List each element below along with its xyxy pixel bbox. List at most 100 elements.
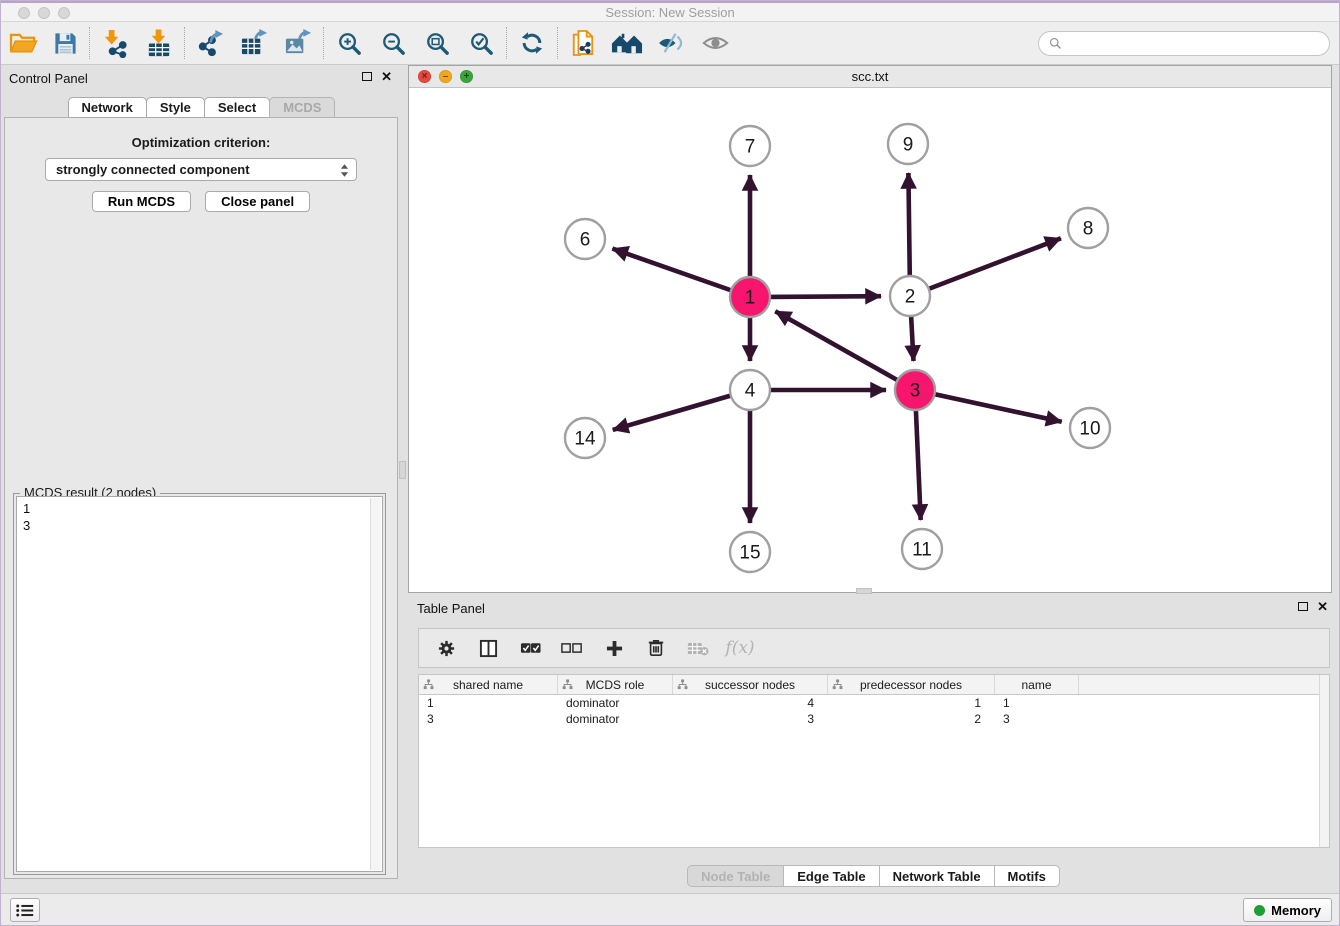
column-header-shared-name[interactable]: shared name — [419, 675, 558, 694]
network-close-button[interactable]: × — [418, 70, 431, 83]
show-all-button[interactable] — [693, 24, 737, 62]
close-panel-icon[interactable]: ✕ — [1317, 600, 1328, 613]
toolbar-separator — [506, 27, 507, 59]
zoom-out-icon — [381, 31, 406, 56]
table-cell[interactable]: 1 — [419, 696, 558, 710]
zoom-in-button[interactable] — [327, 24, 371, 62]
column-header-MCDS-role[interactable]: MCDS role — [558, 675, 673, 694]
column-header-successor-nodes[interactable]: successor nodes — [673, 675, 828, 694]
eye-icon — [702, 34, 729, 52]
trash-icon — [647, 638, 665, 658]
table-cell[interactable]: 3 — [419, 712, 558, 726]
vertical-splitter-handle[interactable] — [399, 461, 406, 479]
mcds-result-area[interactable]: 13 — [16, 496, 383, 872]
import-network-button[interactable] — [93, 24, 137, 62]
tab-select[interactable]: Select — [204, 97, 270, 118]
graph-node-label: 9 — [903, 135, 914, 156]
mcds-result-text: 13 — [17, 497, 382, 537]
network-view-window: × – + scc.txt 7968124314101511 — [408, 65, 1332, 593]
column-header-predecessor-nodes[interactable]: predecessor nodes — [828, 675, 995, 694]
main-toolbar — [0, 22, 1340, 65]
tab-edge-table[interactable]: Edge Table — [783, 865, 879, 887]
export-network-button[interactable] — [188, 24, 232, 62]
network-canvas[interactable]: 7968124314101511 — [409, 89, 1331, 592]
apply-layout-button[interactable] — [510, 24, 554, 62]
network-maximize-button[interactable]: + — [460, 70, 473, 83]
column-header-label: MCDS role — [586, 678, 645, 692]
unchecked-boxes-icon — [561, 642, 583, 654]
search-input[interactable] — [1068, 36, 1319, 51]
show-columns-button[interactable] — [473, 633, 503, 663]
hide-selected-button[interactable] — [649, 24, 693, 62]
new-network-from-selection-button[interactable] — [561, 24, 605, 62]
close-panel-button[interactable]: Close panel — [205, 191, 310, 212]
graph-edge-2-8[interactable] — [927, 238, 1061, 289]
select-all-columns-button[interactable] — [515, 633, 545, 663]
tab-style[interactable]: Style — [146, 97, 205, 118]
unselect-all-columns-button[interactable] — [557, 633, 587, 663]
import-table-button[interactable] — [137, 24, 181, 62]
save-floppy-icon — [53, 31, 78, 56]
tab-node-table[interactable]: Node Table — [687, 865, 784, 887]
optimization-criterion-select[interactable]: strongly connected component — [45, 158, 357, 181]
graph-edge-3-11[interactable] — [916, 408, 921, 520]
close-panel-icon[interactable]: ✕ — [381, 70, 392, 83]
graph-edge-3-10[interactable] — [933, 394, 1062, 422]
table-scrollbar[interactable] — [1319, 675, 1329, 847]
task-history-button[interactable] — [10, 898, 40, 922]
search-box[interactable] — [1038, 31, 1330, 56]
tab-network[interactable]: Network — [68, 97, 147, 118]
dropdown-stepper-icon — [340, 163, 349, 181]
open-session-button[interactable] — [2, 24, 44, 62]
memory-button[interactable]: Memory — [1243, 898, 1332, 922]
graph-edge-1-2[interactable] — [768, 296, 881, 297]
column-header-label: shared name — [453, 678, 523, 692]
network-minimize-button[interactable]: – — [439, 70, 452, 83]
column-header-name[interactable]: name — [995, 675, 1079, 694]
table-cell[interactable]: 3 — [995, 712, 1079, 726]
add-row-button[interactable] — [599, 633, 629, 663]
table-row[interactable]: 3dominator323 — [419, 711, 1329, 727]
tab-network-table[interactable]: Network Table — [879, 865, 995, 887]
save-session-button[interactable] — [44, 24, 86, 62]
column-tree-icon — [562, 679, 573, 693]
graph-edge-4-14[interactable] — [613, 395, 733, 430]
graph-edge-2-3[interactable] — [911, 314, 914, 361]
memory-status-dot — [1254, 905, 1265, 916]
table-cell[interactable]: dominator — [558, 712, 673, 726]
float-panel-icon[interactable] — [362, 72, 372, 81]
tab-mcds[interactable]: MCDS — [269, 97, 335, 118]
zoom-fit-button[interactable] — [415, 24, 459, 62]
network-graph: 7968124314101511 — [409, 89, 1331, 592]
graph-node-label: 3 — [910, 381, 921, 402]
table-cell[interactable]: 4 — [673, 696, 828, 710]
apply-function-button[interactable]: f(x) — [725, 633, 755, 663]
graph-edge-3-1[interactable] — [775, 311, 899, 381]
export-image-button[interactable] — [276, 24, 320, 62]
horizontal-splitter-handle[interactable] — [856, 588, 872, 594]
delete-row-button[interactable] — [641, 633, 671, 663]
table-settings-button[interactable] — [431, 633, 461, 663]
first-neighbors-button[interactable] — [605, 24, 649, 62]
control-panel-title: Control Panel — [9, 71, 88, 86]
table-cell[interactable]: 3 — [673, 712, 828, 726]
float-panel-icon[interactable] — [1298, 602, 1308, 611]
mcds-result-box: MCDS result (2 nodes) 13 — [13, 493, 386, 875]
delete-table-button[interactable] — [683, 633, 713, 663]
tab-motifs[interactable]: Motifs — [994, 865, 1060, 887]
table-cell[interactable]: dominator — [558, 696, 673, 710]
graph-node-label: 10 — [1079, 419, 1100, 440]
table-cell[interactable]: 1 — [995, 696, 1079, 710]
zoom-out-button[interactable] — [371, 24, 415, 62]
zoom-selected-button[interactable] — [459, 24, 503, 62]
export-table-button[interactable] — [232, 24, 276, 62]
table-row[interactable]: 1dominator411 — [419, 695, 1329, 711]
zoom-fit-icon — [425, 31, 450, 56]
result-scrollbar[interactable] — [370, 498, 381, 870]
graph-edge-2-9[interactable] — [908, 173, 909, 278]
run-mcds-button[interactable]: Run MCDS — [92, 191, 191, 212]
graph-edge-1-6[interactable] — [612, 249, 733, 291]
table-cell[interactable]: 2 — [828, 712, 995, 726]
table-cell[interactable]: 1 — [828, 696, 995, 710]
graph-node-label: 15 — [739, 543, 760, 564]
